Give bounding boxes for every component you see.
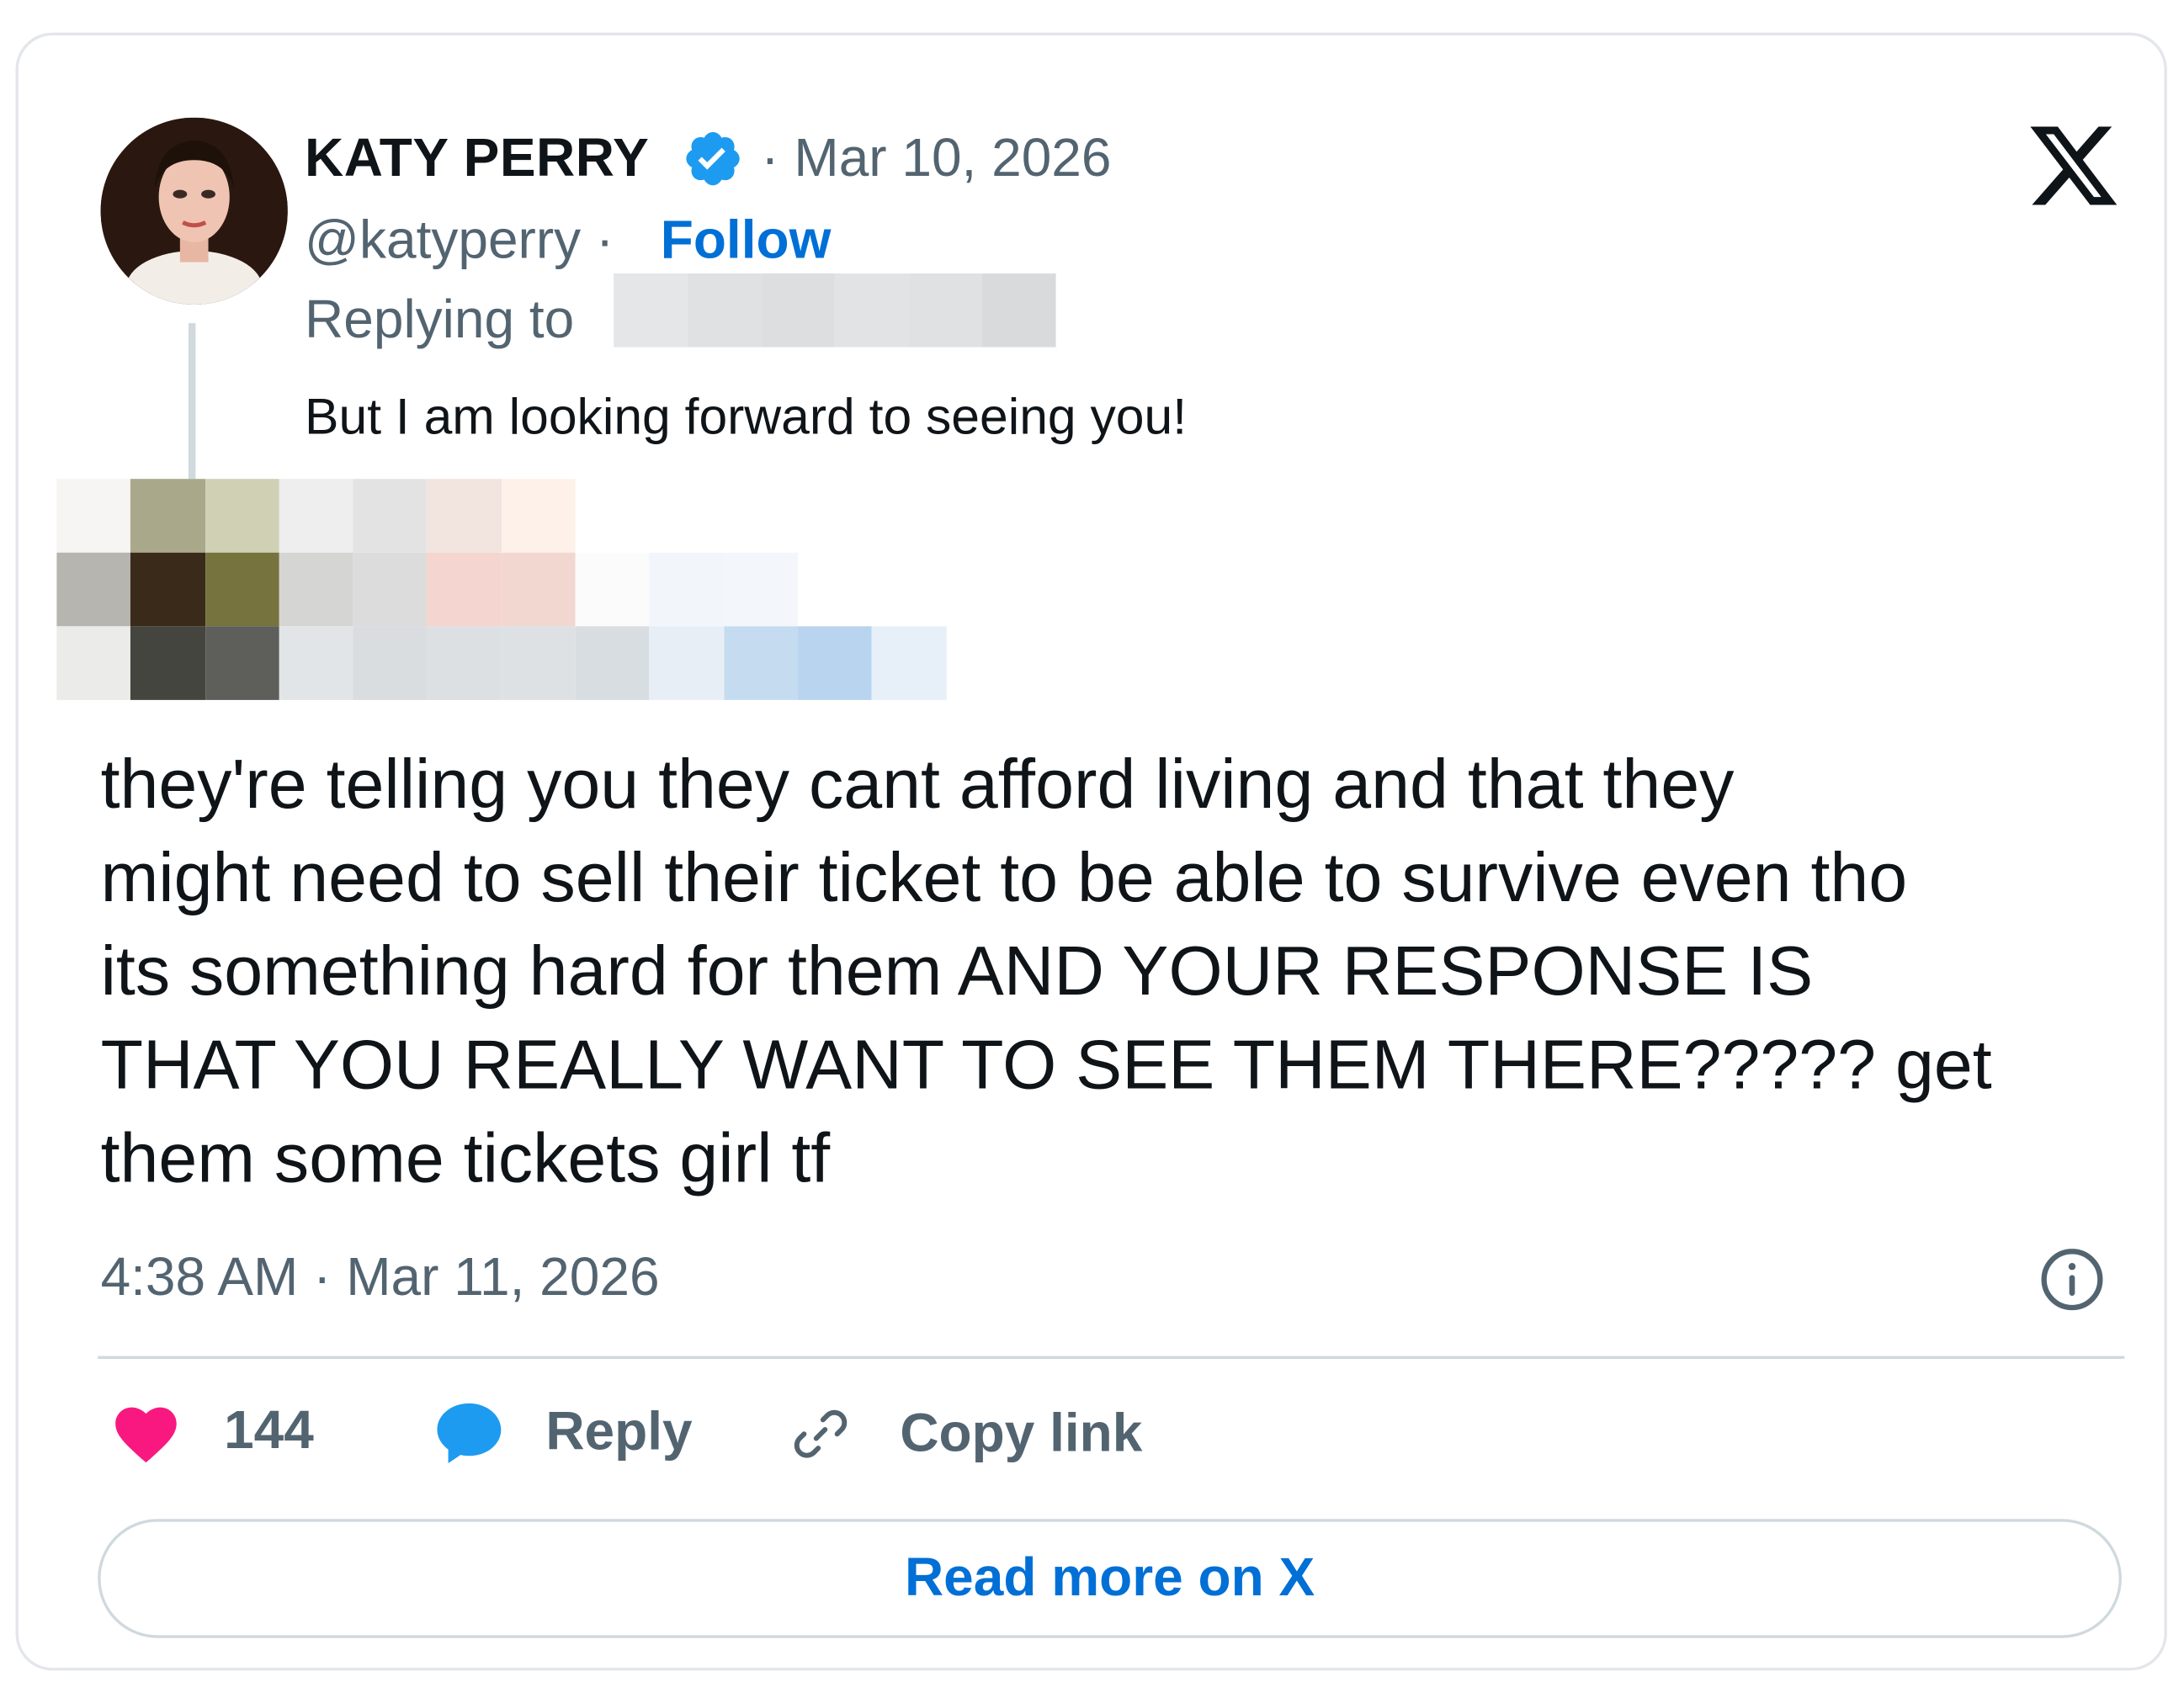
redaction-pixel [130,479,205,553]
like-count: 144 [224,1401,314,1462]
tweet-timestamp[interactable]: 4:38 AM · Mar 11, 2026 [101,1245,660,1310]
author-handle: @katyperry · [305,209,614,273]
redaction-pixel [56,552,131,627]
redaction-pixel [427,552,502,627]
redaction-pixel [798,552,873,627]
redaction-pixel [575,626,650,700]
redaction-pixel [649,479,724,553]
reply-button[interactable]: Reply [433,1398,693,1467]
redaction-pixel [353,626,428,700]
redaction-block [687,273,762,348]
redaction-block [614,273,688,348]
author-name[interactable]: KATY PERRY [305,126,649,191]
heart-icon [115,1407,177,1463]
read-more-on-x-button[interactable]: Read more on X [98,1519,2122,1638]
redaction-pixel [279,479,353,553]
redaction-pixel [798,479,873,553]
redaction-pixel [130,626,205,700]
redaction-pixel [205,479,279,553]
redaction-pixel [723,626,799,700]
verified-badge-icon [686,131,740,186]
like-button[interactable]: 144 [109,1398,314,1463]
redaction-pixel [723,479,799,553]
redaction-pixel [279,626,353,700]
redaction-pixel [575,479,650,553]
redaction-pixel [427,626,502,700]
separator-dot: · [595,210,614,271]
handle-text[interactable]: @katyperry [305,211,581,271]
replying-to-label: Replying to [305,290,575,350]
redaction-pixel [872,479,947,553]
avatar-portrait-icon [100,117,288,305]
redaction-pixel [130,552,205,627]
tweet-body-text: they're telling you they cant afford liv… [100,746,1992,1197]
redaction-pixel [279,552,353,627]
redaction-pixel [501,479,576,553]
parent-reply-text: But I am looking forward to seeing you! [305,386,1188,445]
redaction-pixel [872,552,947,627]
redaction-pixel [575,552,650,627]
redacted-replier-avatar [56,479,947,700]
reply-label: Reply [545,1403,693,1462]
redaction-block [908,273,983,348]
redaction-pixel [723,552,799,627]
redaction-pixel [353,552,428,627]
speech-bubble-icon [437,1403,502,1464]
author-avatar[interactable] [100,117,288,305]
redaction-pixel [649,552,724,627]
link-icon [794,1409,848,1458]
divider [98,1356,2125,1359]
redaction-block [761,273,835,348]
follow-button[interactable]: Follow [661,209,832,273]
redaction-pixel [501,552,576,627]
redacted-reply-handle [614,273,1056,348]
redaction-pixel [56,479,131,553]
redaction-pixel [205,552,279,627]
stage: KATY PERRY · Mar 10, 2026 @katyperry · F… [0,0,2184,1682]
redaction-pixel [872,626,947,700]
copy-link-button[interactable]: Copy link [784,1398,1142,1469]
redaction-pixel [353,479,428,553]
tweet-embed-card: KATY PERRY · Mar 10, 2026 @katyperry · F… [15,32,2167,1671]
redaction-pixel [205,626,279,700]
redaction-pixel [501,626,576,700]
original-post-date[interactable]: · Mar 10, 2026 [761,126,1111,191]
redaction-pixel [798,626,873,700]
redaction-pixel [649,626,724,700]
redaction-block [834,273,909,348]
info-icon[interactable] [2037,1244,2107,1315]
x-logo-icon[interactable] [2025,118,2122,215]
thread-connector-line [188,322,196,480]
redaction-pixel [427,479,502,553]
redaction-pixel [56,626,131,700]
copy-link-label: Copy link [900,1403,1143,1464]
redaction-block [982,273,1056,348]
